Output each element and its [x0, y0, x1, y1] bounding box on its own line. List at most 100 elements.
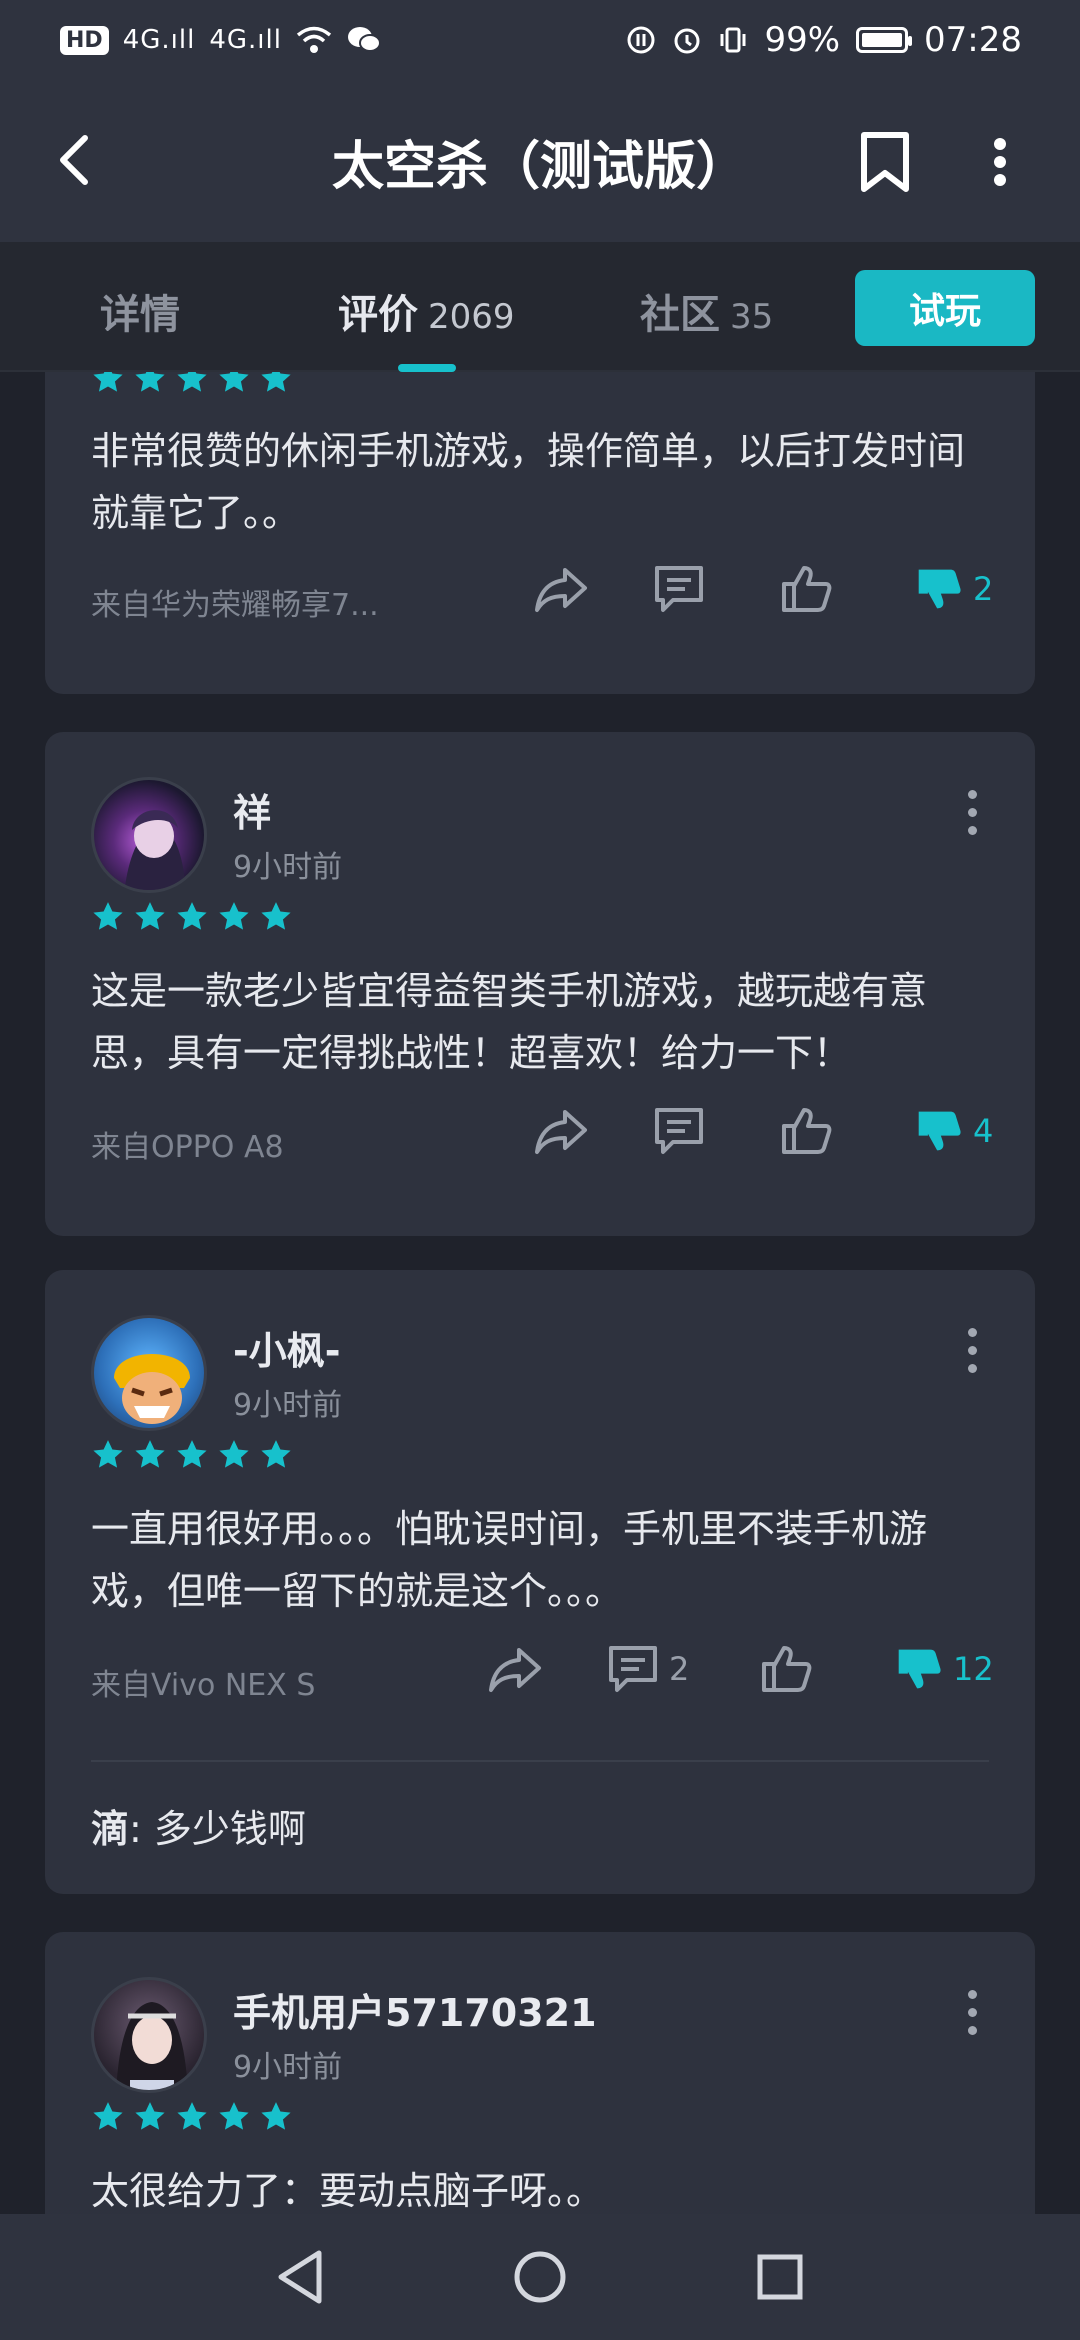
like-button[interactable]: [780, 564, 832, 614]
nav-home-button[interactable]: [510, 2247, 570, 2307]
thumbs-down-icon: [898, 1649, 941, 1689]
share-icon: [535, 1110, 587, 1154]
share-icon: [535, 568, 587, 612]
review-list[interactable]: 非常很赞的休闲手机游戏，操作简单，以后打发时间就靠它了。。 来自华为荣耀畅享7.…: [0, 372, 1080, 2214]
bookmark-icon: [861, 132, 909, 192]
tab-reviews[interactable]: 评价 2069: [338, 282, 515, 340]
thumbs-down-icon: [918, 569, 961, 609]
share-icon: [489, 1648, 541, 1692]
review-device: 来自Vivo NEX S: [91, 1668, 316, 1703]
reply-text: : 多少钱啊: [129, 1807, 306, 1851]
review-more-button[interactable]: [957, 1320, 987, 1380]
nav-recents-button[interactable]: [750, 2247, 810, 2307]
bookmark-button[interactable]: [850, 124, 920, 200]
wifi-icon: [296, 26, 332, 53]
rating-stars: [91, 2100, 293, 2134]
chevron-left-icon: [60, 135, 88, 185]
hd-icon: HD: [60, 25, 109, 55]
vibrate-icon: [720, 27, 746, 53]
dislike-count: 4: [973, 1112, 994, 1150]
back-button[interactable]: [40, 120, 110, 200]
nav-back-button[interactable]: [270, 2247, 330, 2307]
alarm-icon: [674, 28, 700, 54]
review-text: 太很给力了：要动点脑子呀。。: [91, 2169, 605, 2213]
avatar[interactable]: [91, 1977, 207, 2093]
dislike-count: 2: [973, 570, 994, 608]
battery-percent: 99%: [764, 20, 841, 60]
star-icon: [219, 1440, 249, 1468]
review-text: 这是一款老少皆宜得益智类手机游戏，越玩越有意思，具有一定得挑战性！超喜欢！给力一…: [91, 969, 928, 1075]
star-icon: [93, 1440, 123, 1468]
dot-icon: [967, 2007, 977, 2017]
dislike-button[interactable]: 2: [915, 564, 993, 614]
system-nav-bar: [0, 2214, 1080, 2340]
tab-bar: 详情 评价 2069 社区 35 试玩: [0, 242, 1080, 372]
star-icon: [135, 372, 165, 392]
comment-icon: [655, 1108, 703, 1154]
thumbs-up-icon: [782, 566, 832, 612]
divider: [91, 1760, 989, 1762]
share-button[interactable]: [487, 1644, 543, 1694]
review-text: 一直用很好用。。。怕耽误时间，手机里不装手机游戏，但唯一留下的就是这个。。。: [91, 1507, 928, 1613]
like-button[interactable]: [760, 1644, 812, 1694]
clock: 07:28: [924, 20, 1022, 60]
active-tab-indicator: [398, 364, 456, 372]
star-icon: [261, 372, 291, 392]
page-title: 太空杀（测试版）: [331, 136, 748, 197]
review-card: -小枫- 9小时前 一直用很好用。。。怕耽误时间，手机里不装手机游戏，但唯一留下…: [45, 1270, 1035, 1894]
like-button[interactable]: [780, 1106, 832, 1156]
share-button[interactable]: [533, 564, 589, 614]
rating-stars: [91, 900, 293, 934]
trial-button[interactable]: 试玩: [855, 270, 1035, 346]
thumbs-up-icon: [762, 1646, 812, 1692]
tab-count: 35: [730, 297, 774, 337]
dot-icon: [967, 1327, 977, 1337]
review-card: 手机用户57170321 9小时前 太很给力了：要动点脑子呀。。: [45, 1932, 1035, 2214]
avatar-image: [124, 810, 186, 890]
review-more-button[interactable]: [957, 1982, 987, 2042]
user-name[interactable]: 手机用户57170321: [233, 1982, 597, 2037]
dislike-button[interactable]: 12: [895, 1644, 994, 1694]
tab-label: 详情: [100, 292, 180, 338]
comment-button[interactable]: [653, 564, 705, 614]
star-icon: [219, 902, 249, 930]
user-name[interactable]: 祥: [233, 782, 271, 837]
avatar-image: [116, 2002, 188, 2090]
more-options-button[interactable]: [975, 124, 1025, 200]
reply-author: 滴: [91, 1807, 130, 1851]
dot-icon: [967, 807, 977, 817]
star-icon: [135, 2102, 165, 2130]
user-name[interactable]: -小枫-: [233, 1320, 341, 1375]
wechat-icon: [347, 27, 381, 52]
comment-button[interactable]: 2: [607, 1644, 689, 1694]
battery-icon: [856, 27, 913, 53]
review-time: 9小时前: [233, 1388, 343, 1423]
reply-preview[interactable]: 滴: 多少钱啊: [91, 1798, 306, 1853]
star-icon: [93, 902, 123, 930]
tab-community[interactable]: 社区 35: [640, 282, 773, 340]
star-icon: [177, 2102, 207, 2130]
triangle-back-icon: [278, 2250, 322, 2304]
dot-icon: [967, 1989, 977, 1999]
square-recents-icon: [757, 2254, 803, 2300]
tab-details[interactable]: 详情: [100, 282, 180, 340]
star-icon: [219, 2102, 249, 2130]
tab-label: 社区: [640, 292, 720, 338]
star-icon: [93, 372, 123, 392]
review-time: 9小时前: [233, 850, 343, 885]
star-icon: [261, 2102, 291, 2130]
share-button[interactable]: [533, 1106, 589, 1156]
avatar[interactable]: [91, 1315, 207, 1431]
thumbs-down-icon: [918, 1111, 961, 1151]
circle-home-icon: [514, 2251, 566, 2303]
signal-icon: 4G.ıll: [122, 25, 196, 55]
avatar[interactable]: [91, 777, 207, 893]
dislike-button[interactable]: 4: [915, 1106, 993, 1156]
star-icon: [177, 372, 207, 392]
star-icon: [93, 2102, 123, 2130]
status-bar: HD 4G.ıll 4G.ıll 99% 07:28: [0, 0, 1080, 80]
comment-button[interactable]: [653, 1106, 705, 1156]
comment-icon: [655, 566, 703, 612]
review-more-button[interactable]: [957, 782, 987, 842]
app-header: 太空杀（测试版）: [0, 80, 1080, 242]
